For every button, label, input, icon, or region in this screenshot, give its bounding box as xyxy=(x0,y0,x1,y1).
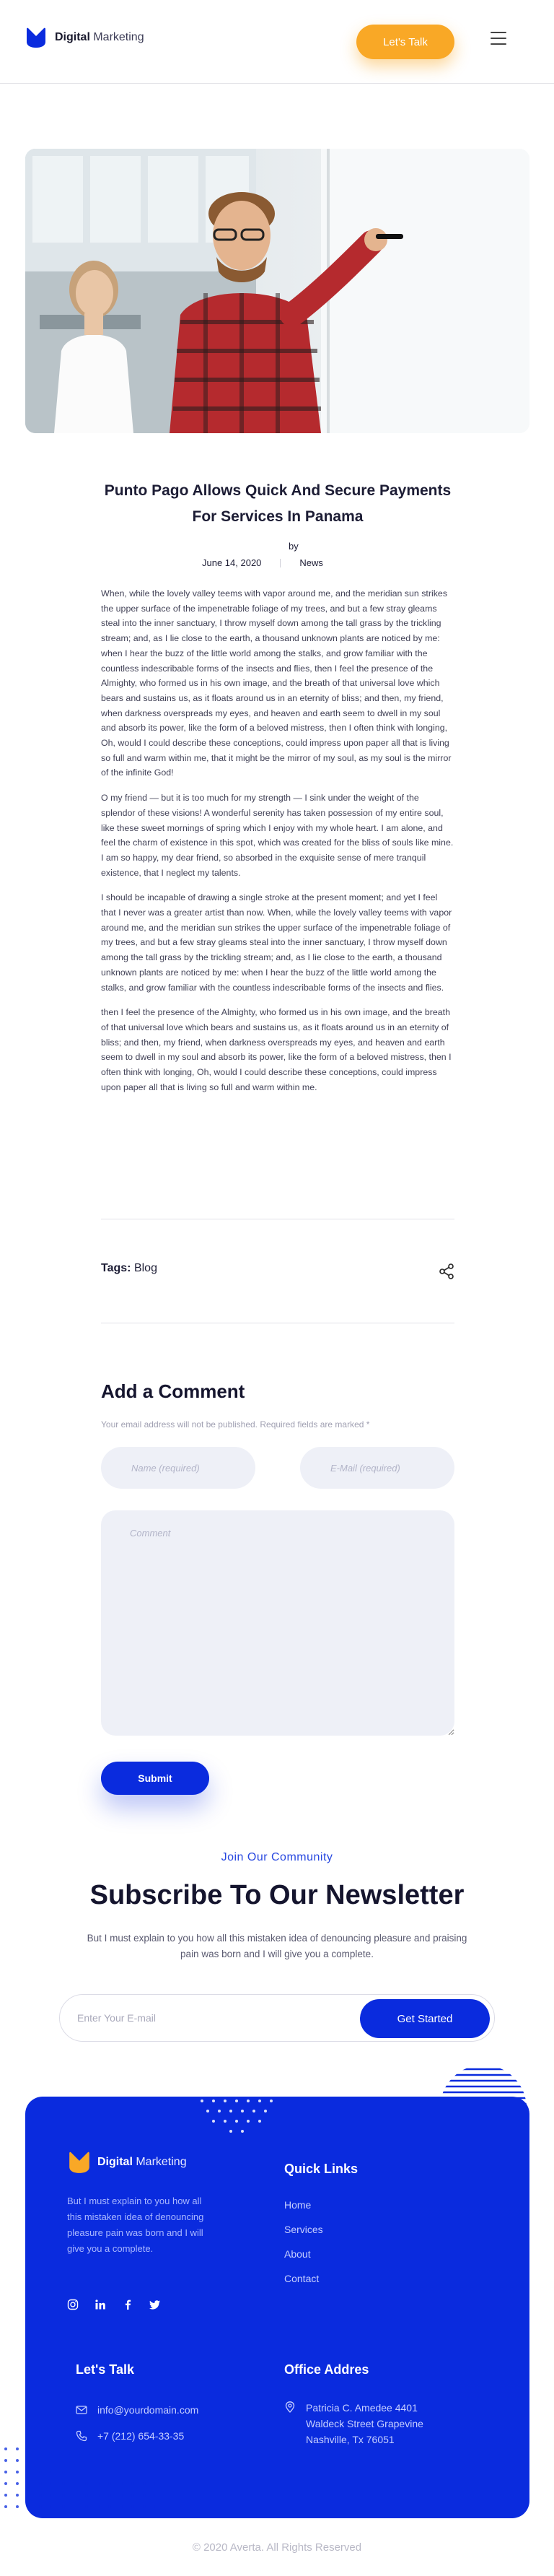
footer-brand-light: Marketing xyxy=(132,2156,187,2168)
post-date: June 14, 2020 xyxy=(202,557,262,568)
office-whiteboard-photo xyxy=(25,149,529,433)
phone-icon xyxy=(76,2430,87,2442)
newsletter-description: But I must explain to you how all this m… xyxy=(87,1933,467,1959)
post-author-label: by xyxy=(289,541,299,552)
brand-logo[interactable]: Digital Marketing xyxy=(25,26,144,49)
footer-link-home[interactable]: Home xyxy=(284,2199,323,2224)
post-hero-image xyxy=(25,149,529,433)
post-title: Punto Pago Allows Quick And Secure Payme… xyxy=(104,482,452,525)
post-meta: June 14, 2020 News xyxy=(202,557,323,568)
footer-brand-logo[interactable]: Digital Marketing xyxy=(67,2150,187,2175)
footer-phone[interactable]: +7 (212) 654-33-35 xyxy=(76,2430,184,2442)
footer-email-text: info@yourdomain.com xyxy=(97,2404,199,2416)
post-paragraph: When, while the lovely valley teems with… xyxy=(101,588,452,778)
footer-link-contact[interactable]: Contact xyxy=(284,2273,323,2297)
footer-brand-name: Digital Marketing xyxy=(97,2156,187,2169)
submit-comment-button[interactable]: Submit xyxy=(101,1762,209,1795)
footer-address: Patricia C. Amedee 4401 Waldeck Street G… xyxy=(284,2400,450,2447)
comment-textarea[interactable] xyxy=(101,1510,454,1736)
tag-link[interactable]: Blog xyxy=(134,1262,157,1274)
logo-mark-icon xyxy=(27,27,45,48)
brand-name: Digital Marketing xyxy=(55,31,144,44)
post-tags: Tags: Blog xyxy=(101,1262,157,1275)
mail-icon xyxy=(76,2406,87,2414)
location-pin-icon xyxy=(285,2401,295,2413)
lets-talk-title: Let's Talk xyxy=(76,2362,134,2377)
site-header: Digital Marketing Let's Talk xyxy=(0,0,554,84)
footer-address-text: Patricia C. Amedee 4401 Waldeck Street G… xyxy=(306,2402,423,2445)
linkedin-icon[interactable] xyxy=(94,2299,106,2310)
email-field[interactable] xyxy=(300,1447,454,1489)
comment-form-title: Add a Comment xyxy=(101,1380,245,1402)
name-field[interactable] xyxy=(101,1447,255,1489)
get-started-button[interactable]: Get Started xyxy=(360,1999,490,2038)
comment-form-note: Your email address will not be published… xyxy=(101,1419,370,1430)
lets-talk-button[interactable]: Let's Talk xyxy=(356,25,454,59)
share-icon[interactable] xyxy=(439,1263,454,1279)
footer-email[interactable]: info@yourdomain.com xyxy=(76,2404,198,2416)
newsletter-title: Subscribe To Our Newsletter xyxy=(89,1880,465,1910)
social-links xyxy=(67,2299,161,2310)
newsletter-form: Get Started xyxy=(59,1994,495,2042)
post-category[interactable]: News xyxy=(299,557,323,568)
footer-phone-text: +7 (212) 654-33-35 xyxy=(97,2430,185,2442)
site-footer: Digital Marketing But I must explain to … xyxy=(25,2097,529,2518)
newsletter-kicker: Join Our Community xyxy=(221,1851,333,1863)
brand-name-bold: Digital xyxy=(55,31,90,43)
decorative-dots-top xyxy=(201,2099,273,2133)
post-body: When, while the lovely valley teems with… xyxy=(101,586,454,1105)
footer-brand-bold: Digital xyxy=(97,2156,133,2168)
post-paragraph: I should be incapable of drawing a singl… xyxy=(101,892,452,993)
footer-link-services[interactable]: Services xyxy=(284,2224,323,2248)
post-paragraph: then I feel the presence of the Almighty… xyxy=(101,1007,452,1092)
brand-name-light: Marketing xyxy=(89,31,144,43)
instagram-icon[interactable] xyxy=(67,2299,79,2310)
office-address-title: Office Addres xyxy=(284,2362,369,2377)
newsletter-email-input[interactable] xyxy=(77,2005,322,2031)
logo-mark-icon xyxy=(69,2151,89,2173)
footer-description: But I must explain to you how all this m… xyxy=(67,2196,204,2254)
twitter-icon[interactable] xyxy=(149,2299,161,2310)
meta-divider xyxy=(280,558,281,567)
facebook-icon[interactable] xyxy=(122,2299,133,2310)
post-paragraph: O my friend — but it is too much for my … xyxy=(101,793,454,878)
tags-label: Tags: xyxy=(101,1262,131,1274)
copyright: © 2020 Averta. All Rights Reserved xyxy=(192,2541,362,2554)
quick-links-title: Quick Links xyxy=(284,2162,359,2176)
hamburger-icon[interactable] xyxy=(491,30,506,46)
quick-links-list: Home Services About Contact xyxy=(284,2199,323,2297)
footer-link-about[interactable]: About xyxy=(284,2248,323,2273)
